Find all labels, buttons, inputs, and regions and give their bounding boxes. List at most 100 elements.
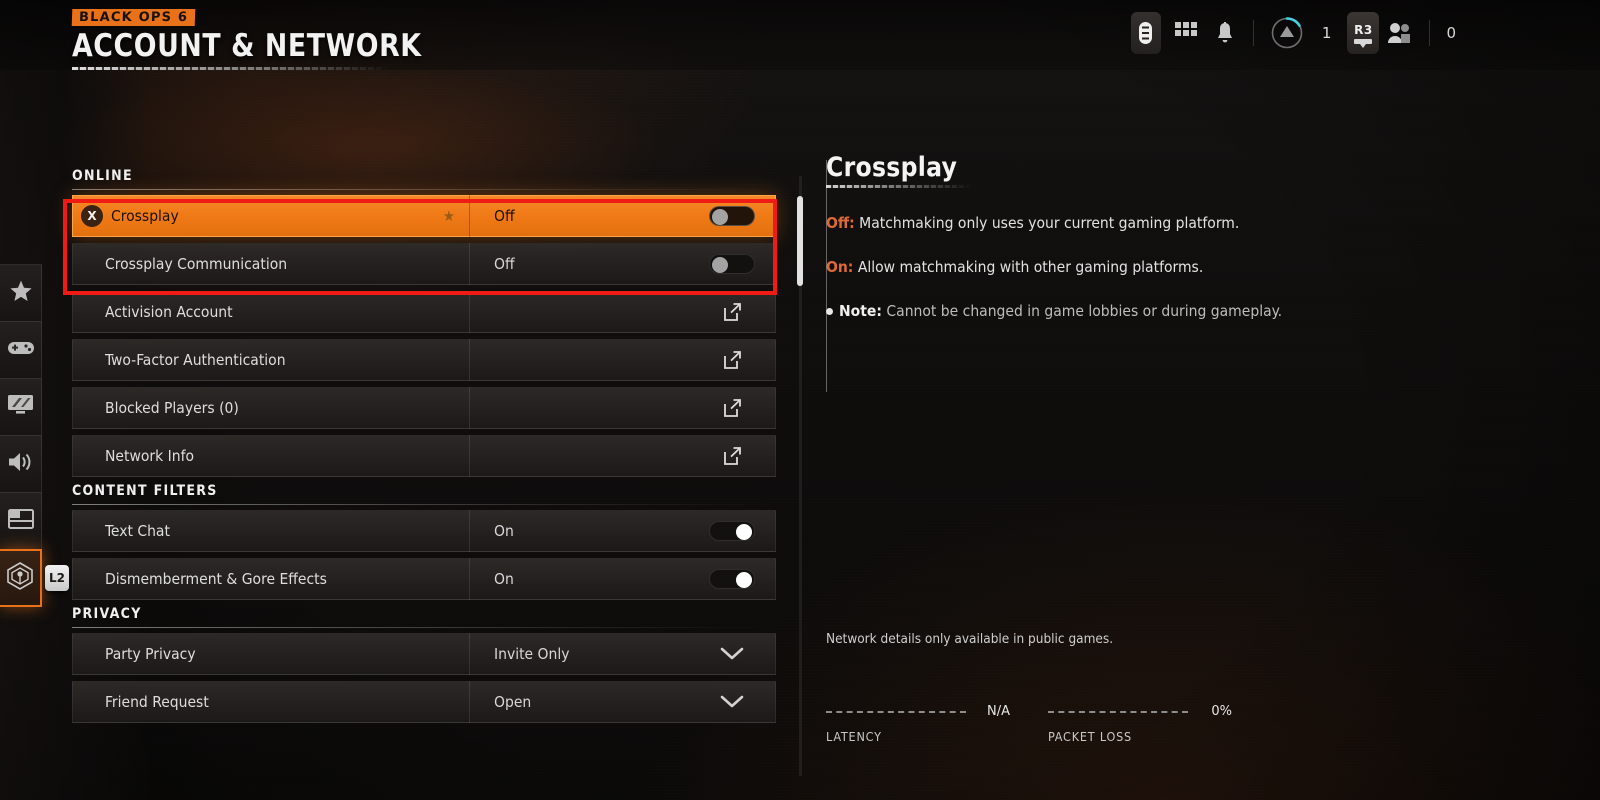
detail-line-on: On: Allow matchmaking with other gaming …	[826, 258, 1526, 276]
l2-shortcut-badge[interactable]: L2	[45, 565, 69, 591]
settings-row-toggle[interactable]	[689, 521, 775, 541]
settings-group-header: CONTENT FILTERS	[72, 483, 218, 499]
sidebar-item-graphics[interactable]	[0, 378, 42, 436]
settings-group-rule	[72, 189, 776, 190]
settings-row[interactable]: X Crossplay ★ Off	[72, 195, 776, 237]
network-stat-value: 0%	[1211, 704, 1232, 719]
settings-row-toggle[interactable]	[689, 569, 775, 589]
detail-title-underline	[826, 185, 972, 188]
toggle-knob	[736, 524, 752, 540]
detail-title: Crossplay	[826, 152, 958, 183]
sidebar-item-account-network[interactable]	[0, 549, 42, 607]
stick-press-icon	[1354, 38, 1373, 48]
sidebar-item-controller[interactable]	[0, 321, 42, 379]
chevron-down-icon[interactable]	[689, 694, 775, 710]
detail-note-text: Cannot be changed in game lobbies or dur…	[886, 302, 1283, 320]
settings-row-label: Crossplay Communication	[105, 255, 288, 273]
x-button-icon[interactable]: X	[81, 205, 103, 227]
toggle-switch[interactable]	[709, 206, 755, 226]
settings-row-value: On	[494, 522, 514, 540]
sidebar-item-favorites[interactable]	[0, 264, 42, 322]
external-link-icon[interactable]	[689, 302, 775, 322]
toggle-knob	[712, 257, 728, 273]
settings-row-divider	[469, 387, 470, 429]
toggle-knob	[736, 572, 752, 588]
detail-text-on: Allow matchmaking with other gaming plat…	[857, 258, 1204, 276]
network-availability-text: Network details only available in public…	[826, 631, 1114, 647]
network-stat: N/A LATENCY	[826, 704, 1010, 744]
settings-row-toggle[interactable]	[689, 254, 775, 274]
title-underline	[72, 67, 390, 70]
settings-group-rule	[72, 627, 776, 628]
toggle-knob	[712, 209, 728, 225]
settings-row[interactable]: Friend Request Open	[72, 681, 776, 723]
toggle-switch[interactable]	[709, 254, 755, 274]
monitor-icon	[7, 393, 34, 421]
settings-sidebar	[0, 264, 42, 607]
r3-key-badge[interactable]: R3	[1347, 12, 1380, 54]
settings-row-divider	[469, 435, 470, 477]
detail-keyword-off: Off:	[826, 214, 855, 232]
settings-row-value: Open	[494, 693, 532, 711]
network-stat-bar	[826, 710, 966, 713]
scrollbar-thumb[interactable]	[797, 196, 803, 286]
external-link-icon[interactable]	[689, 398, 775, 418]
sidebar-item-interface[interactable]	[0, 492, 42, 550]
settings-row-divider	[469, 339, 470, 381]
star-icon	[9, 279, 33, 308]
settings-row-label: Party Privacy	[105, 645, 196, 663]
settings-row-value: Off	[494, 255, 515, 273]
grid-apps-icon[interactable]	[1174, 22, 1197, 44]
settings-row-value: On	[494, 570, 514, 588]
party-members-icon[interactable]	[1387, 22, 1411, 44]
favorite-star-icon[interactable]: ★	[443, 207, 455, 225]
settings-row[interactable]: Dismemberment & Gore Effects On	[72, 558, 776, 600]
settings-row-label-cell: X Crossplay ★	[73, 205, 469, 227]
network-signal-icon	[5, 561, 35, 596]
settings-row-label: Text Chat	[105, 522, 170, 540]
detail-keyword-on: On:	[826, 258, 854, 276]
detail-accent-line	[826, 160, 827, 392]
settings-row-divider	[469, 291, 470, 333]
layout-icon	[7, 508, 34, 534]
detail-note-keyword: Note:	[839, 302, 882, 320]
bell-notifications-icon[interactable]	[1215, 21, 1235, 45]
settings-row[interactable]: Blocked Players (0)	[72, 387, 776, 429]
battery-menu-icon[interactable]	[1130, 12, 1161, 54]
page-title: ACCOUNT & NETWORK	[72, 28, 422, 64]
hud-bar: 1 R3 0	[1130, 11, 1472, 55]
chevron-down-icon[interactable]	[689, 646, 775, 662]
page-header: BLACK OPS 6 ACCOUNT & NETWORK	[71, 8, 436, 70]
external-link-icon[interactable]	[689, 350, 775, 370]
settings-row-label: Crossplay	[111, 207, 179, 225]
settings-list: ONLINE X Crossplay ★ Off Crossplay Communicat…	[72, 168, 776, 729]
settings-row[interactable]: Activision Account	[72, 291, 776, 333]
settings-row-label: Blocked Players (0)	[105, 399, 239, 417]
settings-row[interactable]: Party Privacy Invite Only	[72, 633, 776, 675]
network-stat: 0% PACKET LOSS	[1048, 704, 1232, 744]
network-stat-row: N/A	[826, 704, 1010, 719]
game-logo-badge: BLACK OPS 6	[71, 9, 196, 26]
settings-row-label: Dismemberment & Gore Effects	[105, 570, 327, 588]
r3-key-label: R3	[1354, 22, 1373, 37]
settings-row-toggle[interactable]	[689, 206, 775, 226]
settings-row-label: Friend Request	[105, 693, 209, 711]
settings-row[interactable]: Network Info	[72, 435, 776, 477]
detail-line-off: Off: Matchmaking only uses your current …	[826, 214, 1526, 232]
settings-row[interactable]: Two-Factor Authentication	[72, 339, 776, 381]
network-stats: N/A LATENCY 0% PACKET LOSS	[826, 704, 1232, 744]
settings-group-header: ONLINE	[72, 168, 133, 184]
detail-text-off: Matchmaking only uses your current gamin…	[859, 214, 1240, 232]
detail-note: Note: Cannot be changed in game lobbies …	[826, 302, 1526, 320]
gamepad-icon	[7, 338, 35, 363]
rank-progress-icon[interactable]	[1270, 16, 1304, 50]
network-stat-bar	[1048, 710, 1188, 713]
external-link-icon[interactable]	[689, 446, 775, 466]
sidebar-item-audio[interactable]	[0, 435, 42, 493]
note-bullet-icon	[826, 308, 833, 315]
settings-row[interactable]: Crossplay Communication Off	[72, 243, 776, 285]
settings-row-value: Off	[494, 207, 515, 225]
toggle-switch[interactable]	[709, 521, 755, 541]
settings-row[interactable]: Text Chat On	[72, 510, 776, 552]
toggle-switch[interactable]	[709, 569, 755, 589]
